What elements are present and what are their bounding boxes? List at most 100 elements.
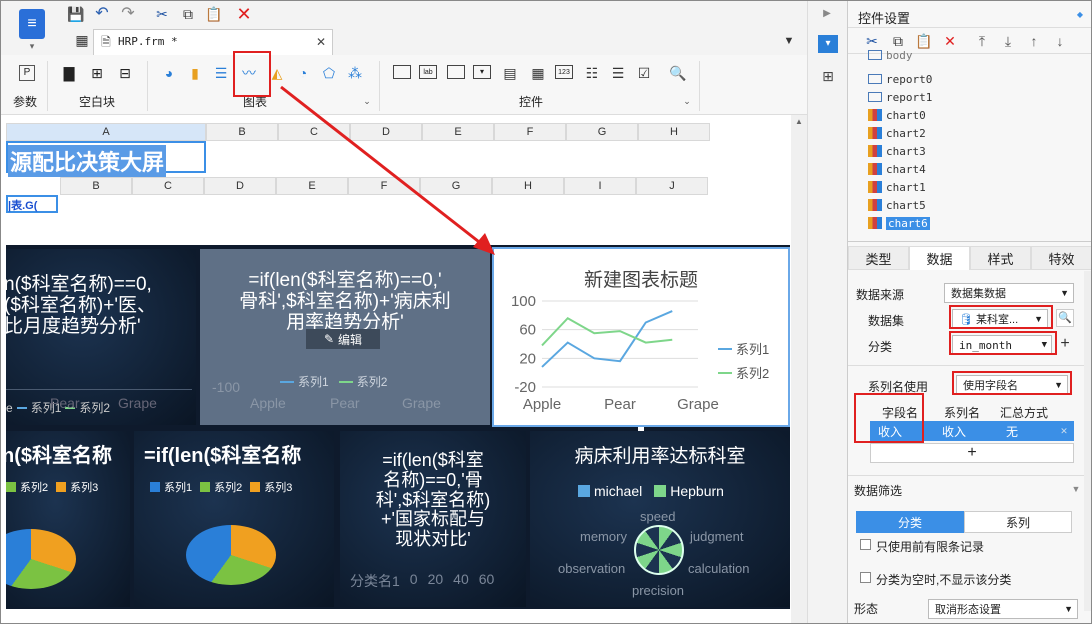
checkbox-control-icon[interactable]: ☑ [635,65,653,81]
blank-block-grid-icon[interactable]: ⊞ [89,65,105,81]
column-header[interactable]: D [350,123,422,141]
grid-icon[interactable]: ▦ [73,31,91,49]
close-icon[interactable]: ✕ [314,35,328,49]
tree-item-chart4[interactable]: chart4 [868,161,926,177]
column-header[interactable]: B [60,177,132,195]
tree-item-report1[interactable]: report1 [868,89,932,105]
list-control-icon[interactable]: ☷ [583,65,601,81]
panel-close-icon[interactable]: ◆ [1074,9,1086,21]
redo-icon[interactable]: ↷ [119,5,137,23]
label-control-icon[interactable]: lab [419,65,437,79]
tree-item-chart0[interactable]: chart0 [868,107,926,123]
checkbox-limit[interactable] [860,539,871,550]
add-field-button[interactable]: + [870,443,1074,463]
collapse-icon[interactable]: ▼ [1070,483,1082,495]
tree-item-chart6[interactable]: chart6 [868,215,930,231]
tree-item-body[interactable]: body [868,47,913,63]
formula-cell[interactable]: |表.G( [6,195,58,213]
blank-block-dark-icon[interactable]: ▇ [61,65,77,81]
tree-item-report0[interactable]: report0 [868,71,932,87]
move-top-icon[interactable]: ⤒ [974,33,990,49]
calendar-control-icon[interactable]: ▦ [529,65,547,81]
gauge-chart-icon[interactable]: ◔ [295,65,311,81]
column-header[interactable]: G [566,123,638,141]
undo-icon[interactable]: ↶ [93,5,111,23]
filter-tab-series[interactable]: 系列 [964,511,1072,533]
chevron-down-icon[interactable]: ▾ [25,41,39,51]
column-header[interactable]: B [206,123,278,141]
copy-icon[interactable]: ⧉ [179,5,197,23]
search-control-icon[interactable]: 🔍 [669,65,687,81]
date-control-icon[interactable]: ▤ [501,65,519,81]
tab-style[interactable]: 样式 [970,246,1031,270]
props-scrollbar[interactable] [1084,271,1091,611]
cut-icon[interactable]: ✂ [153,5,171,23]
move-bottom-icon[interactable]: ⤓ [1000,33,1016,49]
data-source-select[interactable]: 数据集数据 ▼ [944,283,1074,303]
paste-icon[interactable]: 📋 [915,33,932,49]
column-header[interactable]: J [636,177,708,195]
column-header[interactable]: F [494,123,566,141]
scroll-up-icon[interactable]: ▲ [793,117,805,127]
tree-item-chart3[interactable]: chart3 [868,143,926,159]
shape-select[interactable]: 取消形态设置 ▼ [928,599,1078,619]
add-icon[interactable]: + [1056,335,1074,353]
combo-control-icon[interactable]: ▾ [473,65,491,79]
param-icon[interactable]: P [19,65,35,81]
tab-file[interactable]: 🗎 HRP.frm * ✕ [93,29,333,55]
panel-radar[interactable]: 病床利用率达标科室 michael Hepburn speed judgment… [530,431,790,607]
tree-item-chart2[interactable]: chart2 [868,125,926,141]
title-cell[interactable]: 源配比决策大屏 [6,141,206,177]
move-up-icon[interactable]: ↑ [1026,33,1042,49]
pin-icon[interactable]: ▼ [781,33,797,49]
widget-settings-icon[interactable]: ▾ [818,35,838,53]
column-header[interactable]: E [422,123,494,141]
radio-control-icon[interactable]: ☰ [609,65,627,81]
checkbox-empty[interactable] [860,572,871,583]
column-header[interactable]: D [204,177,276,195]
bar-chart-icon[interactable]: ▮ [187,65,203,81]
blank-block-table-icon[interactable]: ⊟ [117,65,133,81]
column-header[interactable]: C [278,123,350,141]
search-icon[interactable]: 🔍 [1056,309,1074,327]
hbar-chart-icon[interactable]: ☰ [213,65,229,81]
tree-item-chart5[interactable]: chart5 [868,197,926,213]
delete-icon[interactable]: ✕ [942,33,958,49]
column-header[interactable]: G [420,177,492,195]
number-control-icon[interactable]: 123 [555,65,573,79]
tab-type[interactable]: 类型 [848,246,909,270]
panel-pie-2[interactable]: =if(len($科室名称 系列1 系列2 系列3 [134,431,334,607]
row-delete-icon[interactable]: ✕ [1058,425,1070,437]
column-header[interactable]: H [492,177,564,195]
column-header[interactable]: E [276,177,348,195]
panel-trend-2[interactable]: =if(len($科室名称)==0,' 骨科',$科室名称)+'病床利 用率趋势… [200,249,490,425]
app-logo-icon[interactable]: ≡ [19,9,45,39]
radar-chart-icon[interactable]: ⬠ [321,65,337,81]
pie-chart-icon[interactable]: ◕ [161,65,177,81]
tree-item-chart1[interactable]: chart1 [868,179,926,195]
new-line-chart[interactable]: 新建图表标题 100 60 20 -20 Apple Pear Grape 系列1 系列2 [492,247,790,427]
move-down-icon[interactable]: ↓ [1052,33,1068,49]
column-header[interactable]: I [564,177,636,195]
save-icon[interactable]: 💾 [67,5,85,23]
paste-icon[interactable]: 📋 [205,5,223,23]
column-header[interactable]: A [6,123,206,141]
column-header[interactable]: C [132,177,204,195]
tab-data[interactable]: 数据 [909,246,970,270]
column-header[interactable]: F [348,177,420,195]
scatter-chart-icon[interactable]: ⁂ [347,65,363,81]
collapse-arrow-icon[interactable]: ▶ [820,7,834,21]
area-chart-icon[interactable]: ◭ [269,65,285,81]
report-block-icon[interactable] [393,65,411,79]
panel-bar[interactable]: =if(len($科室 名称)==0,'骨 科',$科室名称) +'国家标配与 … [340,431,526,607]
textbox-control-icon[interactable] [447,65,465,79]
layout-icon[interactable]: ⊞ [818,67,838,85]
panel-pie-1[interactable]: n($科室名称 系列2 系列3 [6,431,130,607]
tab-effect[interactable]: 特效 [1031,246,1091,270]
column-header[interactable]: H [638,123,710,141]
delete-icon[interactable]: ✕ [235,5,253,23]
edit-button[interactable]: ✎ 编辑 [306,329,380,349]
panel-trend-1[interactable]: n($科室名称)==0, ($科室名称)+'医、 比月度趋势分析' e 系列1 … [6,249,196,425]
filter-tab-category[interactable]: 分类 [856,511,964,533]
vertical-scrollbar[interactable]: ▲ [791,115,807,623]
